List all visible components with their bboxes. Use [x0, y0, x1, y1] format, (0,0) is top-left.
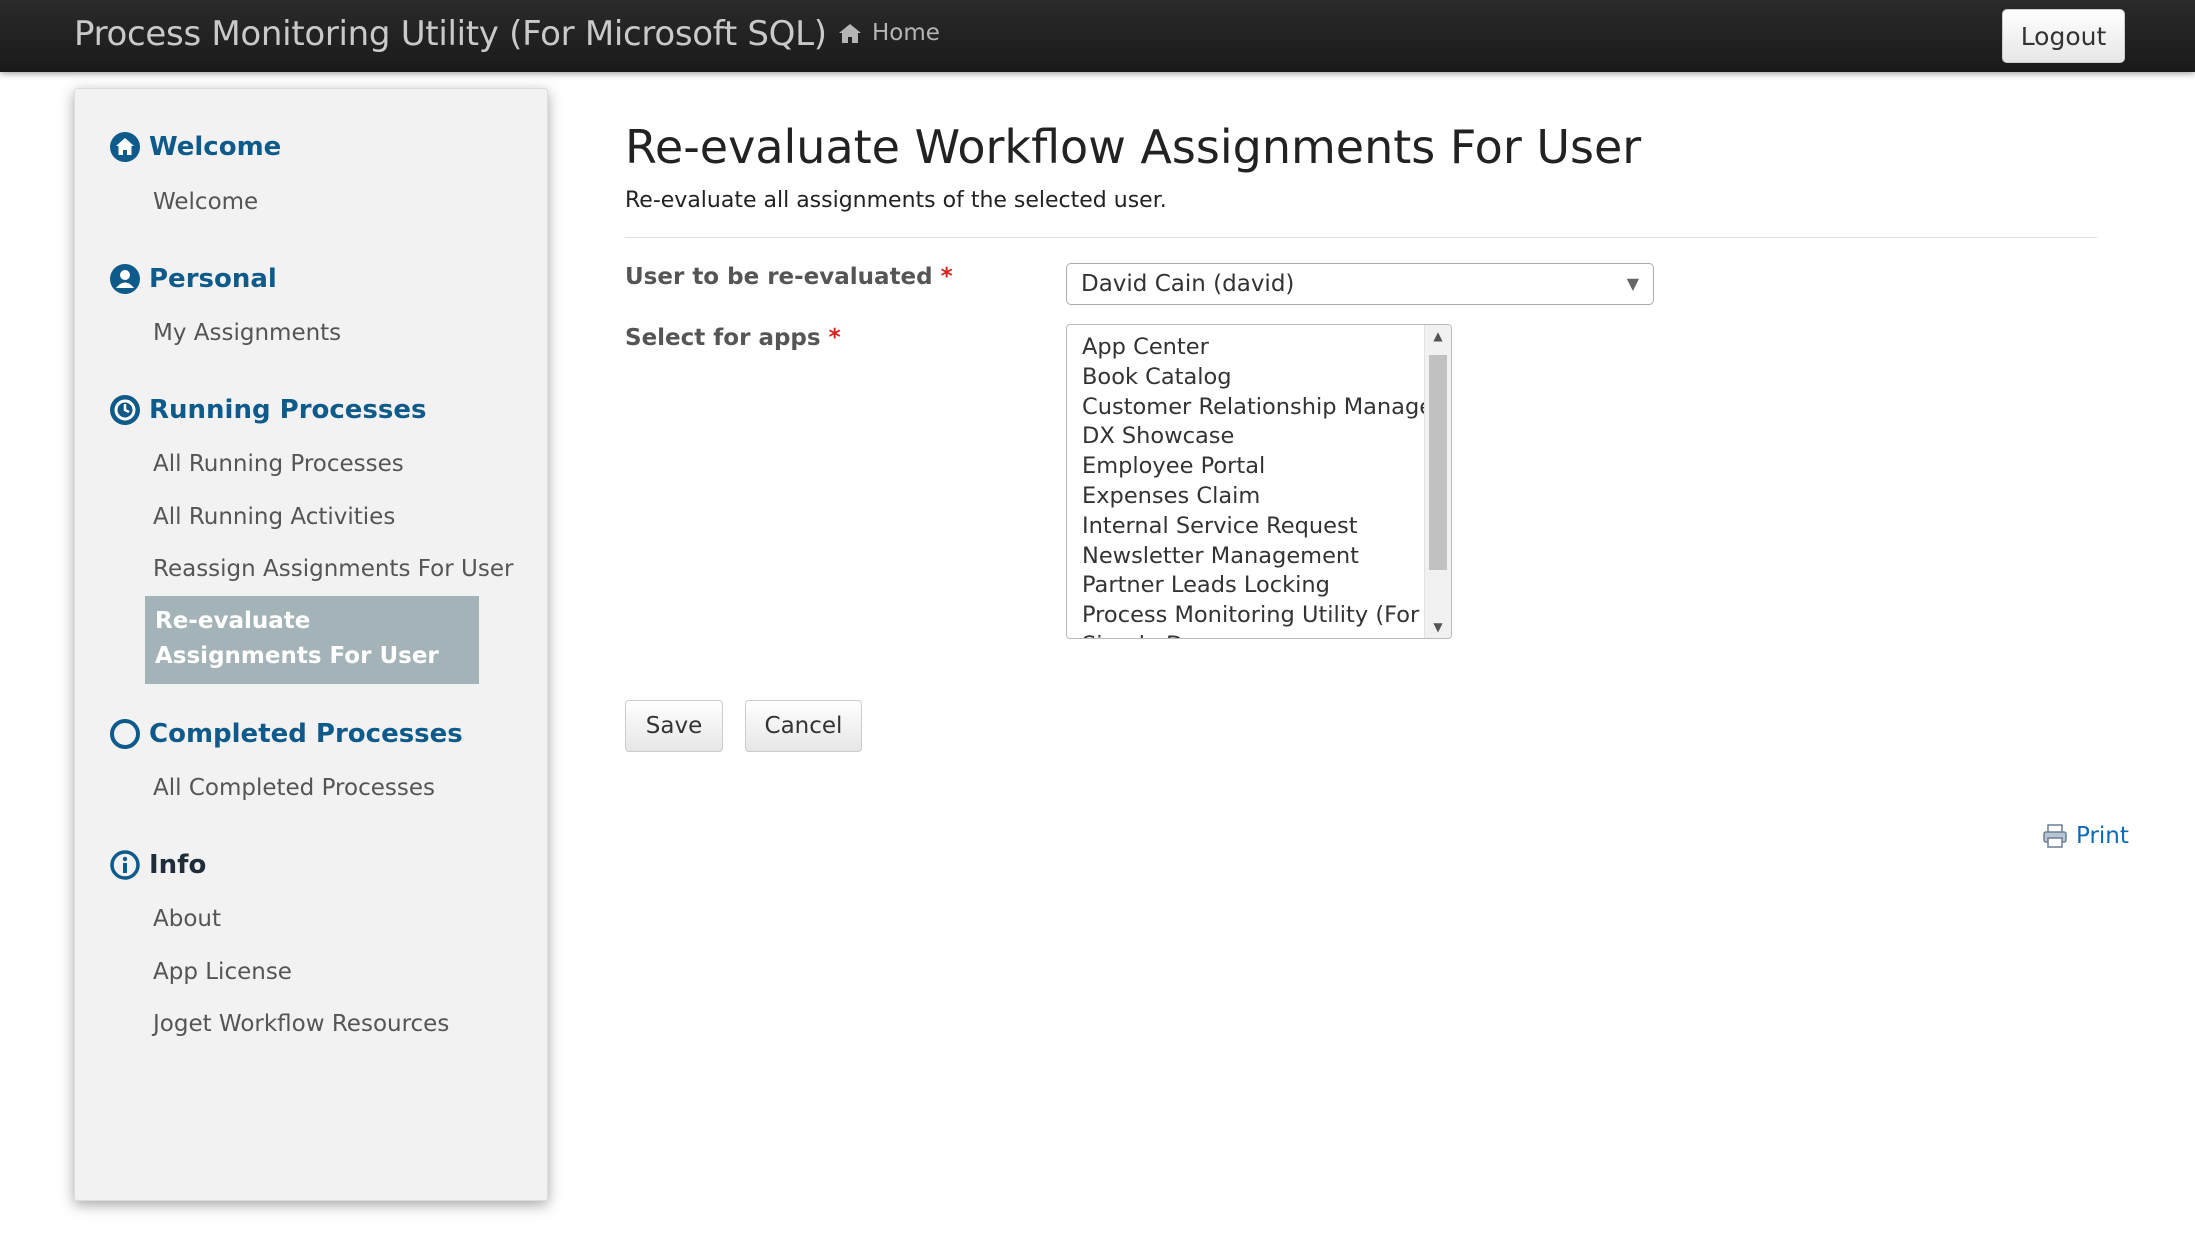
page-description: Re-evaluate all assignments of the selec… — [625, 188, 1167, 213]
apps-field-label-text: Select for apps — [625, 325, 821, 351]
app-option[interactable]: Internal Service Request — [1082, 512, 1427, 542]
save-button[interactable]: Save — [625, 700, 723, 752]
home-icon — [110, 132, 140, 162]
logout-button[interactable]: Logout — [2002, 9, 2125, 63]
divider — [625, 237, 2097, 238]
sidebar: Welcome Welcome Personal My Assignments … — [74, 88, 548, 1201]
circle-icon — [110, 719, 140, 749]
user-field-label-text: User to be re-evaluated — [625, 264, 933, 290]
sidebar-item-joget-resources[interactable]: Joget Workflow Resources — [153, 1011, 449, 1037]
apps-multiselect[interactable]: App Center Book Catalog Customer Relatio… — [1066, 324, 1452, 639]
print-link[interactable]: Print — [2042, 823, 2129, 849]
cancel-button[interactable]: Cancel — [745, 700, 862, 752]
sidebar-section-welcome: Welcome — [109, 131, 281, 163]
scroll-down-arrow-icon[interactable]: ▼ — [1425, 616, 1451, 638]
app-option[interactable]: Partner Leads Locking — [1082, 571, 1427, 601]
chevron-down-icon: ▼ — [1626, 274, 1639, 293]
printer-icon — [2043, 824, 2067, 848]
sidebar-section-info: Info — [109, 849, 206, 881]
app-option[interactable]: Newsletter Management — [1082, 542, 1427, 572]
app-option[interactable]: Expenses Claim — [1082, 482, 1427, 512]
home-label: Home — [872, 20, 940, 46]
sidebar-item-welcome[interactable]: Welcome — [153, 189, 258, 215]
app-option[interactable]: Process Monitoring Utility (For Microsof… — [1082, 601, 1427, 631]
sidebar-item-app-license[interactable]: App License — [153, 959, 292, 985]
user-select-value: David Cain (david) — [1081, 271, 1295, 297]
app-option[interactable]: Customer Relationship Management — [1082, 393, 1427, 423]
required-mark: * — [940, 264, 953, 290]
app-option[interactable]: App Center — [1082, 333, 1427, 363]
sidebar-section-completed-processes: Completed Processes — [109, 718, 463, 750]
apps-options: App Center Book Catalog Customer Relatio… — [1082, 333, 1427, 638]
section-title-personal: Personal — [149, 264, 277, 294]
app-option[interactable]: Book Catalog — [1082, 363, 1427, 393]
apps-field-label: Select for apps * — [625, 325, 841, 351]
user-icon — [110, 264, 140, 294]
app-option[interactable]: Employee Portal — [1082, 452, 1427, 482]
clock-icon — [110, 395, 140, 425]
sidebar-item-reevaluate-assignments[interactable]: Re-evaluate Assignments For User — [145, 596, 479, 684]
section-title-running-processes: Running Processes — [149, 395, 427, 425]
section-title-info: Info — [149, 850, 207, 880]
home-link[interactable]: Home — [838, 20, 940, 46]
sidebar-item-reassign-assignments[interactable]: Reassign Assignments For User — [153, 556, 513, 582]
print-label: Print — [2076, 823, 2129, 849]
sidebar-item-all-running-processes[interactable]: All Running Processes — [153, 451, 404, 477]
app-brand[interactable]: Process Monitoring Utility (For Microsof… — [74, 14, 827, 54]
user-select[interactable]: David Cain (david) ▼ — [1066, 263, 1654, 305]
sidebar-item-my-assignments[interactable]: My Assignments — [153, 320, 341, 346]
required-mark: * — [828, 325, 841, 351]
scrollbar-thumb[interactable] — [1429, 355, 1447, 570]
user-field-label: User to be re-evaluated * — [625, 264, 953, 290]
top-navbar: Process Monitoring Utility (For Microsof… — [0, 0, 2195, 72]
sidebar-item-all-running-activities[interactable]: All Running Activities — [153, 504, 395, 530]
app-option[interactable]: DX Showcase — [1082, 422, 1427, 452]
info-icon — [110, 850, 140, 880]
sidebar-item-all-completed-processes[interactable]: All Completed Processes — [153, 775, 435, 801]
scroll-up-arrow-icon[interactable]: ▲ — [1425, 325, 1451, 347]
section-title-welcome: Welcome — [149, 132, 282, 162]
sidebar-section-personal: Personal — [109, 263, 277, 295]
home-icon — [839, 24, 861, 43]
page-title: Re-evaluate Workflow Assignments For Use… — [625, 120, 1642, 174]
section-title-completed-processes: Completed Processes — [149, 719, 463, 749]
listbox-scrollbar[interactable]: ▲ ▼ — [1424, 325, 1451, 638]
sidebar-section-running-processes: Running Processes — [109, 394, 426, 426]
sidebar-item-about[interactable]: About — [153, 906, 221, 932]
app-option[interactable]: Simple Demo — [1082, 631, 1427, 638]
